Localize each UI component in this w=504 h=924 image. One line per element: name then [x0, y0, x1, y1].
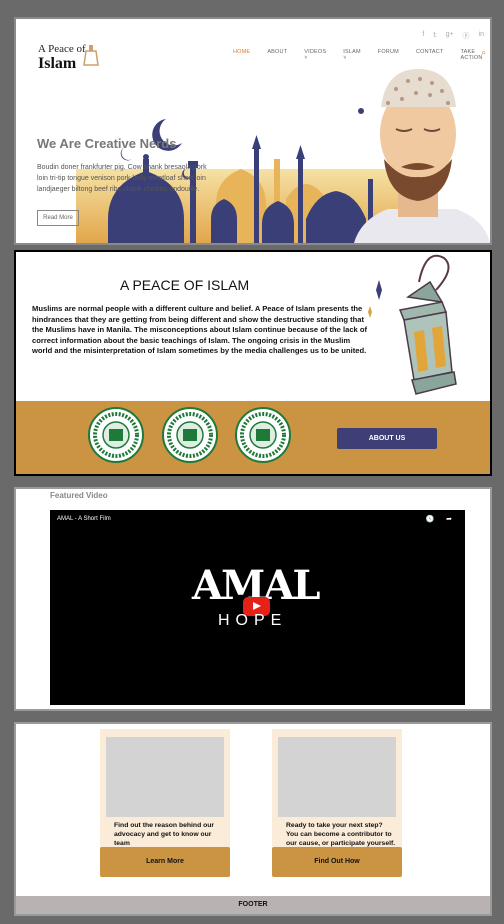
card-text: Find out the reason behind our advocacy … — [114, 822, 215, 847]
nav-contact[interactable]: CONTACT — [416, 49, 444, 61]
nav-take-action[interactable]: TAKE ACTION — [461, 49, 483, 61]
hero-title: We Are Creative Nerds — [37, 136, 177, 151]
card-text: Ready to take your next step? You can be… — [286, 822, 396, 847]
man-illustration — [354, 69, 490, 243]
affiliations-band: ABOUT US — [16, 401, 490, 474]
about-description: Muslims are normal people with a differe… — [32, 304, 368, 355]
seal-logo-icon — [235, 407, 291, 463]
card-image-placeholder — [106, 737, 224, 817]
logo-text-top: A Peace of — [38, 43, 86, 55]
nav-videos[interactable]: VIDEOS ˅ — [304, 49, 326, 61]
google-plus-icon[interactable]: g+ — [446, 31, 454, 41]
about-us-button[interactable]: ABOUT US — [337, 428, 437, 449]
hero-description: Boudin doner frankfurter pig. Cow shank … — [37, 164, 207, 193]
hero-section: A Peace of Islam f 𝕥 g+ ⓟ in HOME ABOUT … — [14, 17, 492, 245]
featured-video-section: Featured Video AMAL - A Short Film 🕓 ➦ A… — [14, 487, 492, 711]
linkedin-icon[interactable]: in — [479, 31, 484, 41]
video-subtitle: HOPE — [218, 612, 288, 629]
social-links: f 𝕥 g+ ⓟ in — [422, 31, 484, 41]
footer: FOOTER — [16, 896, 490, 914]
about-section: A PEACE OF ISLAM Muslims are normal peop… — [14, 250, 492, 476]
learn-more-button[interactable]: Learn More — [100, 847, 230, 877]
hero-read-more-button[interactable]: Read More — [37, 210, 79, 226]
video-player[interactable]: AMAL - A Short Film 🕓 ➦ AMAL HOPE — [50, 510, 465, 705]
nav-home[interactable]: HOME — [233, 49, 250, 61]
nav-forum[interactable]: FORUM — [378, 49, 399, 61]
lantern-logo-icon — [83, 45, 99, 66]
cta-card: Ready to take your next step? You can be… — [272, 729, 402, 877]
about-title: A PEACE OF ISLAM — [120, 277, 250, 293]
video-title[interactable]: AMAL - A Short Film — [57, 516, 111, 522]
cta-cards-section: Find out the reason behind our advocacy … — [14, 722, 492, 916]
search-icon[interactable]: ⌕ — [482, 48, 486, 58]
card-image-placeholder — [278, 737, 396, 817]
lantern-illustration — [368, 254, 457, 395]
find-out-how-button[interactable]: Find Out How — [272, 847, 402, 877]
seal-logo-icon — [88, 407, 144, 463]
featured-video-label: Featured Video — [50, 491, 108, 500]
pinterest-icon[interactable]: ⓟ — [463, 31, 470, 41]
video-controls[interactable]: 🕓 ➦ — [425, 515, 457, 523]
seal-logo-icon — [162, 407, 218, 463]
nav-about[interactable]: ABOUT — [267, 49, 287, 61]
site-logo[interactable]: A Peace of Islam — [38, 43, 108, 83]
facebook-icon[interactable]: f — [422, 31, 424, 41]
twitter-icon[interactable]: 𝕥 — [433, 31, 436, 41]
main-nav: HOME ABOUT VIDEOS ˅ ISLAM ˅ FORUM CONTAC… — [233, 49, 490, 61]
logo-text-bottom: Islam — [38, 55, 77, 72]
nav-islam[interactable]: ISLAM ˅ — [343, 49, 361, 61]
cta-card: Find out the reason behind our advocacy … — [100, 729, 230, 877]
